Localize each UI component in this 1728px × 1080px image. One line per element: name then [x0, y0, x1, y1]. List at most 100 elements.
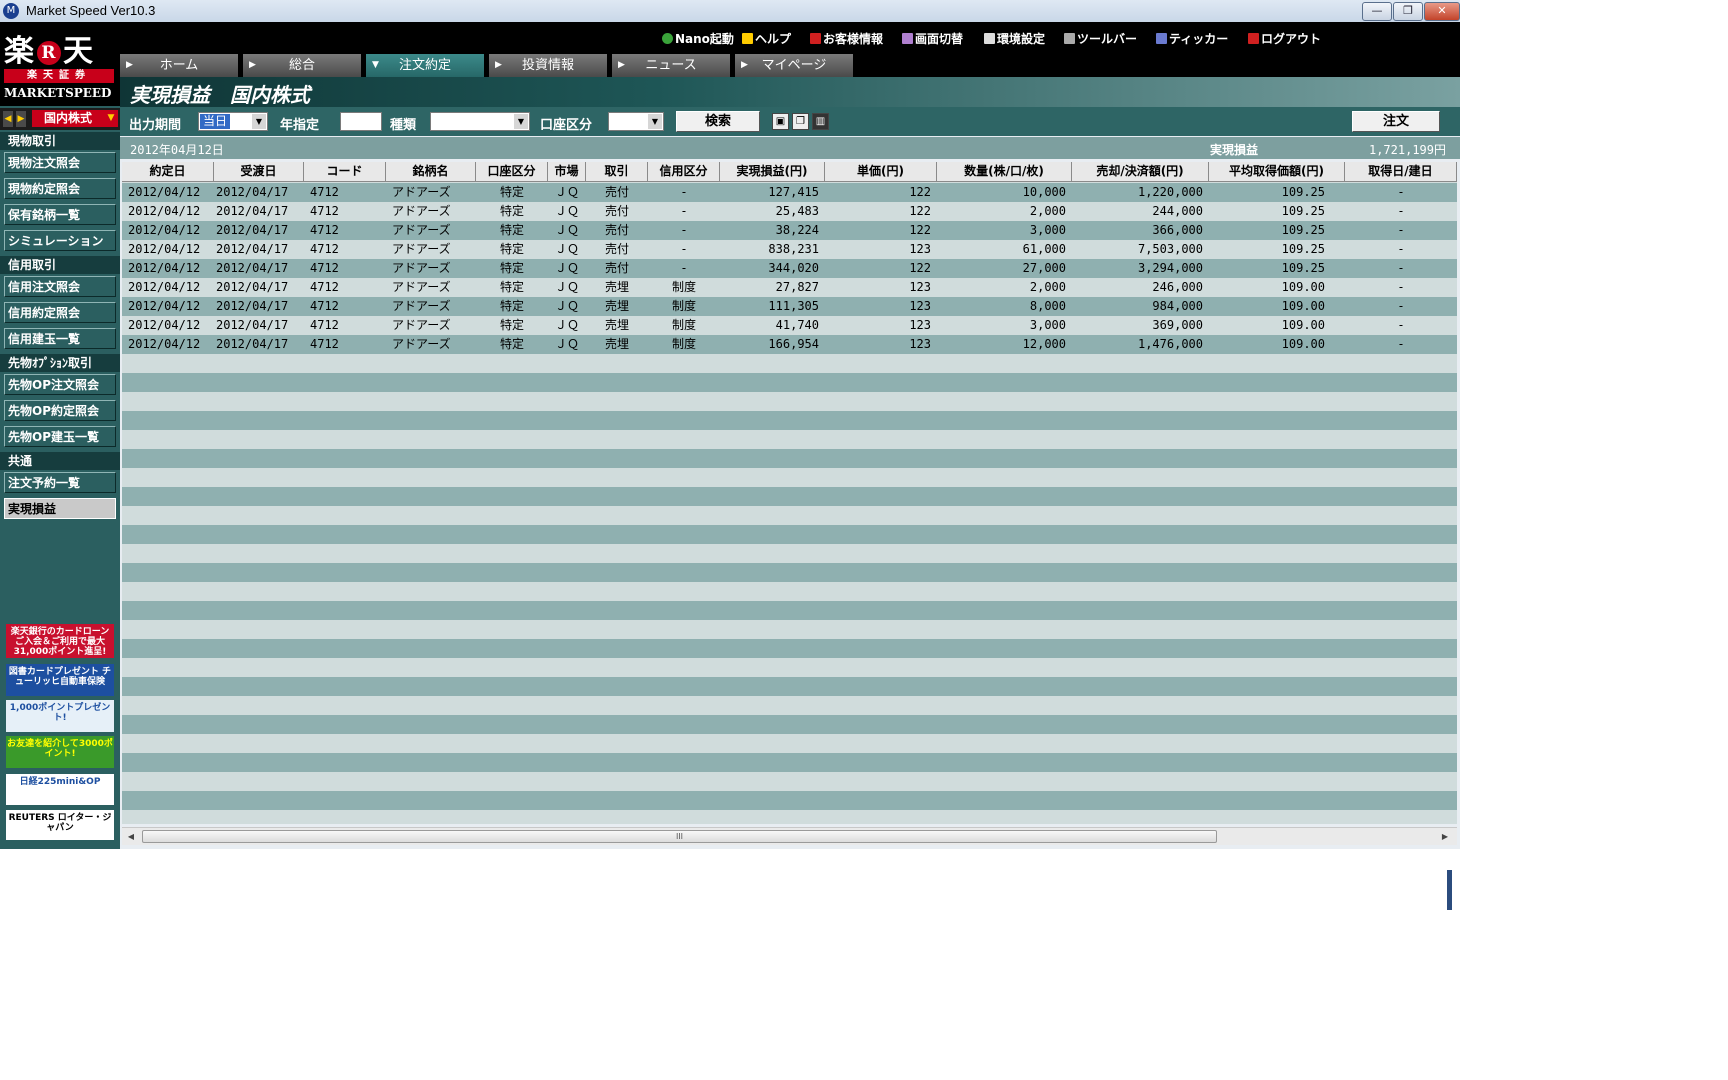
tab-1[interactable]: ▶ 総合	[243, 54, 363, 77]
table-row[interactable]: 2012/04/12 2012/04/17 4712 アドアーズ 特定 ＪＱ 売埋 制度 27,…	[122, 278, 1457, 297]
sidebar-item[interactable]: 信用建玉一覧	[4, 328, 116, 349]
account-type-label: 口座区分	[540, 118, 593, 133]
sidebar-item[interactable]: 信用約定照会	[4, 302, 116, 323]
sidebar-item[interactable]: 実現損益	[4, 498, 116, 519]
sidebar-ad-banner[interactable]: 日経225mini&OP	[6, 774, 114, 805]
column-header[interactable]: 平均取得価額(円)	[1209, 162, 1345, 182]
table-cell: 109.25	[1281, 185, 1325, 199]
table-header: 約定日 受渡日 コード 銘柄名 口座区分 市場 取引 信用区分 実現損益(円) 単価(円) 数量(株…	[122, 162, 1457, 182]
column-header[interactable]: コード	[304, 162, 386, 182]
close-button[interactable]: ✕	[1424, 2, 1460, 21]
top-link-settings[interactable]: 環境設定	[984, 30, 1045, 47]
top-link-label: ティッカー	[1169, 32, 1229, 46]
chevron-down-icon[interactable]: ▼	[252, 114, 266, 129]
sidebar-ad-banner[interactable]: お友達を紹介して3000ポイント!	[6, 736, 114, 768]
top-link-ticker[interactable]: ティッカー	[1156, 30, 1228, 47]
market-select[interactable]: 国内株式	[32, 110, 104, 127]
next-arrow-icon[interactable]: ▶	[16, 111, 26, 127]
scroll-left-icon[interactable]: ◀	[124, 830, 138, 843]
column-header[interactable]: 実現損益(円)	[720, 162, 825, 182]
top-link-help[interactable]: ヘルプ	[742, 30, 791, 47]
period-select[interactable]: 当日 ▼	[198, 112, 268, 131]
tab-label: ホーム	[159, 58, 199, 73]
search-button[interactable]: 検索	[676, 111, 760, 132]
scroll-thumb[interactable]: III	[142, 830, 1217, 843]
column-header[interactable]: 約定日	[122, 162, 214, 182]
minimize-button[interactable]: —	[1362, 2, 1392, 21]
top-link-toolbar[interactable]: ツールバー	[1064, 30, 1137, 47]
tab-4[interactable]: ▶ ニュース	[612, 54, 732, 77]
tab-3[interactable]: ▶ 投資情報	[489, 54, 609, 77]
order-button[interactable]: 注文	[1352, 111, 1440, 132]
table-row[interactable]: 2012/04/12 2012/04/17 4712 アドアーズ 特定 ＪＱ 売埋 制度 111…	[122, 297, 1457, 316]
table-cell: 166,954	[768, 337, 819, 351]
table-row[interactable]: 2012/04/12 2012/04/17 4712 アドアーズ 特定 ＪＱ 売埋 制度 41,…	[122, 316, 1457, 335]
table-cell: -	[680, 242, 688, 256]
help-icon	[742, 33, 753, 44]
tab-0[interactable]: ▶ ホーム	[120, 54, 240, 77]
sidebar-item[interactable]: 先物OP建玉一覧	[4, 426, 116, 447]
table-cell: 特定	[499, 318, 524, 332]
column-header[interactable]: 銘柄名	[386, 162, 476, 182]
sidebar-item[interactable]: 現物約定照会	[4, 178, 116, 199]
column-header[interactable]: 取得日/建日	[1345, 162, 1457, 182]
type-select[interactable]: ▼	[430, 112, 530, 131]
table-cell: -	[1397, 223, 1405, 237]
table-row[interactable]: 2012/04/12 2012/04/17 4712 アドアーズ 特定 ＪＱ 売付 - 838,…	[122, 240, 1457, 259]
table-row[interactable]: 2012/04/12 2012/04/17 4712 アドアーズ 特定 ＪＱ 売付 - 25,4…	[122, 202, 1457, 221]
tab-5[interactable]: ▶ マイページ	[735, 54, 855, 77]
chevron-down-icon[interactable]: ▼	[104, 110, 118, 127]
top-link-label: お客様情報	[823, 32, 884, 46]
year-input[interactable]	[340, 112, 382, 131]
column-settings-icon[interactable]: ▥	[812, 113, 829, 130]
chevron-down-icon[interactable]: ▼	[648, 114, 662, 129]
sidebar-ad-banner[interactable]: 楽天銀行のカードローン ご入会＆ご利用で最大31,000ポイント進呈!	[6, 624, 114, 658]
nano-icon	[662, 33, 673, 44]
column-header[interactable]: 取引	[586, 162, 648, 182]
chevron-down-icon[interactable]: ▼	[514, 114, 528, 129]
save-icon[interactable]: ▣	[772, 113, 789, 130]
sidebar-item[interactable]: 保有銘柄一覧	[4, 204, 116, 225]
copy-icon[interactable]: ❐	[792, 113, 809, 130]
top-link-logout[interactable]: ログアウト	[1248, 30, 1321, 47]
column-header[interactable]: 受渡日	[214, 162, 304, 182]
column-header[interactable]: 口座区分	[476, 162, 548, 182]
top-link-screen-switch[interactable]: 画面切替	[902, 30, 963, 47]
table-row[interactable]: 2012/04/12 2012/04/17 4712 アドアーズ 特定 ＪＱ 売埋 制度 166…	[122, 335, 1457, 354]
account-type-select[interactable]: ▼	[608, 112, 664, 131]
sidebar-ad-banner[interactable]: 図書カードプレゼント チューリッヒ自動車保険	[6, 664, 114, 696]
column-header[interactable]: 市場	[548, 162, 586, 182]
column-header[interactable]: 信用区分	[648, 162, 720, 182]
sidebar-item[interactable]: 現物注文照会	[4, 152, 116, 173]
column-header[interactable]: 数量(株/口/枚)	[937, 162, 1072, 182]
table-cell: アドアーズ	[392, 261, 451, 275]
sidebar-ad-banner[interactable]: 1,000ポイントプレゼント!	[6, 700, 114, 732]
sidebar-item[interactable]: 先物OP約定照会	[4, 400, 116, 421]
horizontal-scrollbar[interactable]: ◀ III ▶	[122, 827, 1457, 845]
empty-row	[122, 392, 1457, 411]
table-row[interactable]: 2012/04/12 2012/04/17 4712 アドアーズ 特定 ＪＱ 売付 - 38,2…	[122, 221, 1457, 240]
table-cell: 123	[909, 242, 931, 256]
sidebar-item[interactable]: 信用注文照会	[4, 276, 116, 297]
sidebar-ad-banner[interactable]: REUTERS ロイター・ジャパン	[6, 810, 114, 840]
sidebar-item[interactable]: 先物OP注文照会	[4, 374, 116, 395]
sidebar-item[interactable]: 注文予約一覧	[4, 472, 116, 493]
column-header[interactable]: 単価(円)	[825, 162, 937, 182]
top-link-customer-info[interactable]: お客様情報	[810, 30, 883, 47]
sidebar-item[interactable]: シミュレーション	[4, 230, 116, 251]
prev-arrow-icon[interactable]: ◀	[3, 111, 13, 127]
top-link-bar: Nano起動 ヘルプ お客様情報 画面切替 環境設定 ツールバー ティッカー ログアウト	[120, 22, 1460, 52]
table-row[interactable]: 2012/04/12 2012/04/17 4712 アドアーズ 特定 ＪＱ 売付 - 127,…	[122, 183, 1457, 202]
table-cell: 38,224	[775, 223, 819, 237]
column-header[interactable]: 売却/決済額(円)	[1072, 162, 1209, 182]
scroll-right-icon[interactable]: ▶	[1438, 830, 1452, 843]
tab-2[interactable]: ▼ 注文約定	[366, 54, 486, 77]
maximize-button[interactable]: ❐	[1393, 2, 1423, 21]
top-link-nano[interactable]: Nano起動	[662, 30, 734, 47]
toolbar-icon	[1064, 33, 1075, 44]
table-cell: 2012/04/17	[216, 299, 289, 313]
table-cell: 2012/04/17	[216, 223, 289, 237]
logo-char: 天	[63, 34, 94, 69]
table-cell: 4712	[310, 261, 339, 275]
table-row[interactable]: 2012/04/12 2012/04/17 4712 アドアーズ 特定 ＪＱ 売付 - 344,…	[122, 259, 1457, 278]
